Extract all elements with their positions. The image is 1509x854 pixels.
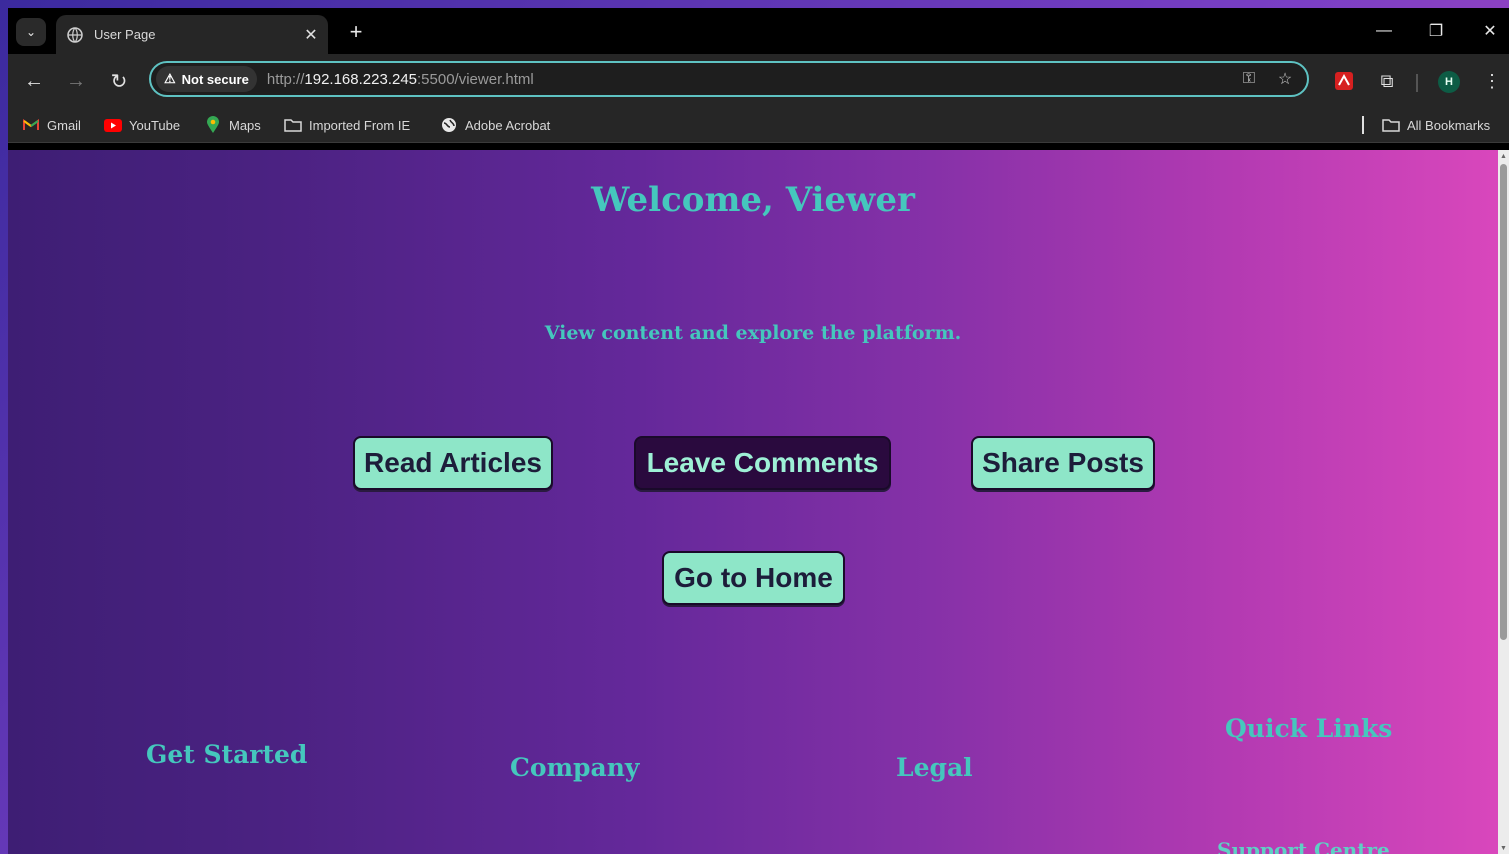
bookmark-gmail[interactable]: Gmail: [22, 116, 81, 134]
browser-toolbar: ← → ↻ ⚠ Not secure http://192.168.223.24…: [8, 54, 1509, 108]
minimize-icon: —: [1376, 22, 1392, 39]
page-subtitle: View content and explore the platform.: [544, 322, 962, 344]
folder-icon: [1382, 117, 1400, 133]
reload-button[interactable]: ↻: [105, 67, 133, 95]
folder-icon: [284, 117, 302, 133]
tab-title: User Page: [94, 27, 156, 42]
all-bookmarks-button[interactable]: All Bookmarks: [1382, 116, 1490, 134]
bookmarks-bar: Gmail YouTube Maps Imported From IE Adob…: [8, 108, 1509, 143]
menu-kebab-icon[interactable]: ⋮: [1478, 67, 1506, 95]
restore-icon: ❐: [1428, 23, 1444, 40]
footer-heading-quick-links: Quick Links: [1225, 714, 1393, 743]
plus-icon: +: [349, 19, 363, 44]
arrow-left-icon: ←: [24, 69, 44, 92]
reload-icon: ↻: [110, 70, 128, 93]
tab-search-button[interactable]: ⌄: [16, 18, 46, 46]
globe-icon: [66, 26, 84, 44]
gmail-icon: [22, 117, 40, 133]
url-path: :5500/viewer.html: [417, 70, 534, 88]
bookmark-maps[interactable]: Maps: [204, 116, 261, 134]
leave-comments-button[interactable]: Leave Comments: [634, 436, 891, 490]
tab-strip: ⌄ User Page ✕ + — ❐ ✕: [8, 8, 1509, 54]
maps-pin-icon: [204, 116, 222, 133]
close-window-button[interactable]: ✕: [1470, 16, 1509, 46]
security-chip[interactable]: ⚠ Not secure: [156, 66, 257, 92]
scroll-up-icon[interactable]: ▲: [1500, 153, 1507, 160]
security-chip-label: Not secure: [181, 71, 249, 87]
page-content: Welcome, Viewer View content and explore…: [8, 150, 1498, 854]
read-articles-button[interactable]: Read Articles: [353, 436, 553, 490]
footer-heading-get-started: Get Started: [146, 740, 308, 769]
forward-button[interactable]: →: [62, 67, 90, 95]
close-icon: ✕: [1483, 23, 1497, 40]
star-icon[interactable]: ☆: [1271, 65, 1299, 93]
back-button[interactable]: ←: [20, 67, 48, 95]
profile-avatar[interactable]: H: [1438, 71, 1460, 93]
bookmark-label: YouTube: [129, 117, 181, 133]
url-host: 192.168.223.245: [304, 70, 418, 88]
extensions-puzzle-icon[interactable]: ⧉: [1373, 67, 1401, 95]
all-bookmarks-label: All Bookmarks: [1407, 117, 1491, 133]
bookmark-label: Imported From IE: [309, 117, 411, 133]
footer-link-support-centre[interactable]: Support Centre: [1217, 838, 1390, 854]
chevron-down-icon: ⌄: [25, 25, 37, 39]
bookmark-label: Maps: [229, 117, 261, 133]
footer-heading-legal: Legal: [896, 753, 973, 782]
scroll-down-icon[interactable]: ▼: [1500, 845, 1507, 852]
scrollbar-thumb[interactable]: [1500, 164, 1507, 640]
minimize-button[interactable]: —: [1364, 16, 1404, 46]
warning-triangle-icon: ⚠: [164, 71, 176, 86]
address-bar[interactable]: ⚠ Not secure http://192.168.223.245:5500…: [149, 61, 1309, 97]
key-icon[interactable]: ⚿: [1235, 65, 1263, 93]
bookmark-label: Gmail: [47, 117, 81, 133]
url-text[interactable]: http://192.168.223.245:5500/viewer.html: [267, 71, 1235, 88]
bookmark-adobe-acrobat[interactable]: Adobe Acrobat: [440, 116, 550, 134]
arrow-right-icon: →: [66, 69, 86, 92]
url-scheme: http://: [266, 70, 305, 88]
bookmark-youtube[interactable]: YouTube: [104, 116, 180, 134]
tab-user-page[interactable]: User Page ✕: [56, 15, 328, 54]
footer-heading-company: Company: [510, 753, 640, 782]
toolbar-divider: [1416, 74, 1418, 92]
browser-window: ⌄ User Page ✕ + — ❐ ✕ ← → ↻ ⚠ Not secure…: [8, 8, 1509, 854]
bookmark-folder-imported[interactable]: Imported From IE: [284, 116, 410, 134]
globe-icon: [440, 117, 458, 133]
close-tab-icon[interactable]: ✕: [300, 24, 322, 46]
go-to-home-button[interactable]: Go to Home: [662, 551, 845, 605]
acrobat-extension-icon[interactable]: [1330, 67, 1358, 95]
youtube-icon: [104, 117, 122, 133]
restore-button[interactable]: ❐: [1416, 16, 1456, 46]
bookmark-label: Adobe Acrobat: [465, 117, 551, 133]
bookmarks-divider: [1362, 116, 1364, 134]
share-posts-button[interactable]: Share Posts: [971, 436, 1155, 490]
page-scrollbar[interactable]: ▲ ▼: [1498, 150, 1509, 854]
new-tab-button[interactable]: +: [342, 18, 370, 46]
page-title: Welcome, Viewer: [591, 180, 915, 220]
